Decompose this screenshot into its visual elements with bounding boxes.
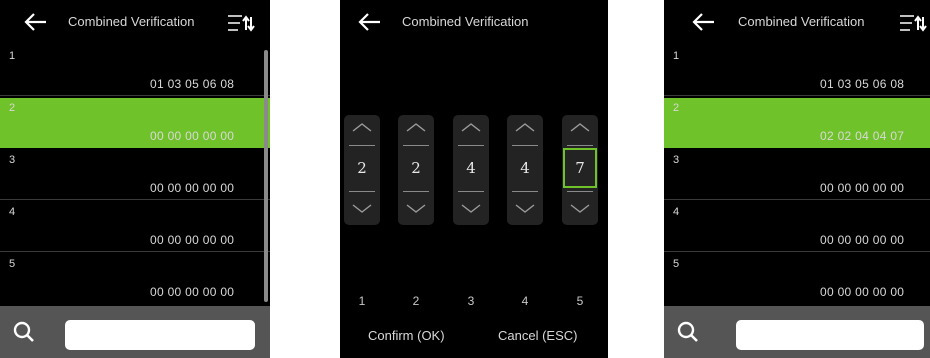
row-number: 1 (673, 50, 680, 62)
row-number: 2 (9, 102, 16, 114)
row-number: 2 (673, 102, 680, 114)
header: Combined Verification (340, 0, 608, 46)
cancel-button[interactable]: Cancel (ESC) (498, 328, 577, 343)
page-title: Combined Verification (402, 14, 529, 29)
search-icon[interactable] (12, 320, 36, 344)
digit-spinner-3[interactable]: 4 (453, 115, 489, 225)
row-number: 4 (673, 206, 680, 218)
search-input[interactable] (65, 320, 255, 350)
row-value: 00 00 00 00 00 (150, 233, 235, 247)
back-arrow-icon[interactable] (692, 12, 716, 32)
screen-list-before: Combined Verification 1 01 03 05 06 08 2… (0, 0, 270, 358)
row-value: 02 02 04 04 07 (820, 129, 905, 143)
list-item[interactable]: 3 00 00 00 00 00 (0, 150, 270, 200)
sort-icon[interactable] (226, 12, 256, 34)
chevron-down-icon[interactable] (568, 203, 592, 215)
header: Combined Verification (0, 0, 270, 46)
list-item[interactable]: 1 01 03 05 06 08 (664, 46, 930, 96)
row-number: 4 (9, 206, 16, 218)
chevron-up-icon[interactable] (459, 121, 483, 133)
search-icon[interactable] (676, 320, 700, 344)
search-bar (0, 306, 270, 358)
list-item-selected[interactable]: 2 02 02 04 04 07 (664, 98, 930, 148)
chevron-down-icon[interactable] (513, 203, 537, 215)
digit-value: 4 (466, 159, 476, 177)
row-value: 00 00 00 00 00 (150, 129, 235, 143)
back-arrow-icon[interactable] (24, 12, 48, 32)
page-title: Combined Verification (68, 14, 195, 29)
column-label: 2 (412, 294, 420, 308)
digit-value: 2 (411, 159, 421, 177)
row-value: 00 00 00 00 00 (820, 233, 905, 247)
column-label: 1 (358, 294, 366, 308)
digit-value: 4 (520, 159, 530, 177)
digit-spinner-2[interactable]: 2 (398, 115, 434, 225)
search-bar (664, 306, 930, 358)
chevron-down-icon[interactable] (459, 203, 483, 215)
list-item[interactable]: 1 01 03 05 06 08 (0, 46, 270, 96)
chevron-up-icon[interactable] (404, 121, 428, 133)
list-item[interactable]: 4 00 00 00 00 00 (0, 202, 270, 252)
row-value: 00 00 00 00 00 (820, 285, 905, 299)
digit-spinner-4[interactable]: 4 (507, 115, 543, 225)
digit-value: 2 (357, 159, 367, 177)
page-title: Combined Verification (738, 14, 865, 29)
list-item[interactable]: 3 00 00 00 00 00 (664, 150, 930, 200)
screen-digit-editor: Combined Verification 2 2 4 4 7 1 2 3 4 … (340, 0, 608, 358)
row-value: 00 00 00 00 00 (150, 181, 235, 195)
column-label: 4 (521, 294, 529, 308)
search-input[interactable] (736, 320, 924, 350)
digit-value: 7 (575, 159, 585, 177)
digit-spinner-5[interactable]: 7 (562, 115, 598, 225)
row-number: 3 (9, 154, 16, 166)
row-number: 3 (673, 154, 680, 166)
row-number: 1 (9, 50, 16, 62)
column-label: 5 (576, 294, 584, 308)
chevron-up-icon[interactable] (350, 121, 374, 133)
chevron-down-icon[interactable] (404, 203, 428, 215)
list-item[interactable]: 4 00 00 00 00 00 (664, 202, 930, 252)
sort-icon[interactable] (898, 12, 928, 34)
row-value: 00 00 00 00 00 (820, 181, 905, 195)
scrollbar[interactable] (264, 50, 268, 302)
column-label: 3 (467, 294, 475, 308)
digit-spinner-1[interactable]: 2 (344, 115, 380, 225)
list-item-selected[interactable]: 2 00 00 00 00 00 (0, 98, 270, 148)
row-value: 00 00 00 00 00 (150, 285, 235, 299)
confirm-button[interactable]: Confirm (OK) (368, 328, 445, 343)
chevron-down-icon[interactable] (350, 203, 374, 215)
row-number: 5 (673, 258, 680, 270)
screen-list-after: Combined Verification 1 01 03 05 06 08 2… (664, 0, 930, 358)
chevron-up-icon[interactable] (513, 121, 537, 133)
row-value: 01 03 05 06 08 (820, 77, 905, 91)
back-arrow-icon[interactable] (358, 12, 382, 32)
row-value: 01 03 05 06 08 (150, 77, 235, 91)
row-number: 5 (9, 258, 16, 270)
list-item[interactable]: 5 00 00 00 00 00 (0, 254, 270, 304)
combination-list: 1 01 03 05 06 08 2 02 02 04 04 07 3 00 0… (664, 46, 930, 306)
chevron-up-icon[interactable] (568, 121, 592, 133)
list-item[interactable]: 5 00 00 00 00 00 (664, 254, 930, 304)
combination-list: 1 01 03 05 06 08 2 00 00 00 00 00 3 00 0… (0, 46, 270, 306)
header: Combined Verification (664, 0, 930, 46)
